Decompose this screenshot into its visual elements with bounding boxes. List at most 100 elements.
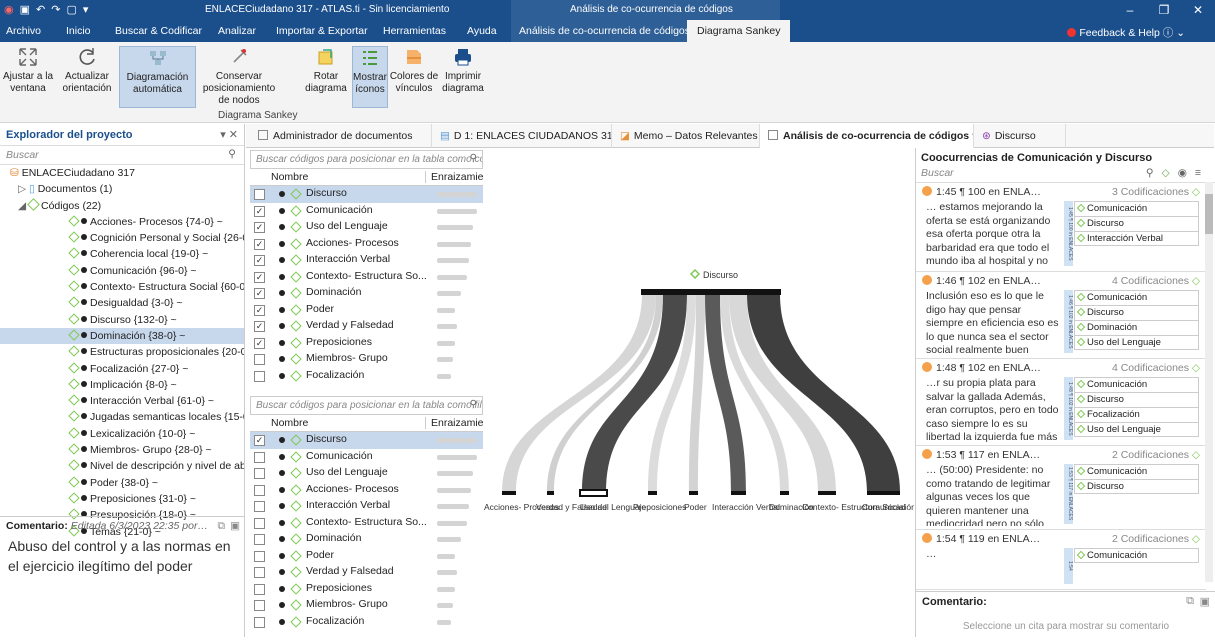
code-table-row[interactable]: Contexto- Estructura So...	[250, 515, 483, 532]
row-checkbox[interactable]: ✓	[254, 255, 265, 266]
quote-reference[interactable]: 1:48 ¶ 102 en ENLA…	[936, 362, 1041, 374]
row-checkbox[interactable]	[254, 370, 265, 382]
menu-buscar-codificar[interactable]: Buscar & Codificar	[115, 25, 202, 37]
edit-comment-icon[interactable]: ⧉	[1186, 595, 1194, 608]
quote-code-tag[interactable]: Interacción Verbal	[1074, 231, 1199, 246]
code-table-row[interactable]: Discurso	[250, 186, 483, 203]
code-list-item[interactable]: Focalización {27-0} ~	[0, 361, 244, 377]
sankey-source-node[interactable]	[641, 289, 781, 295]
quote-code-tag[interactable]: Dominación	[1074, 320, 1199, 335]
code-table-row[interactable]: ✓ Interacción Verbal	[250, 252, 483, 269]
code-filter-icon[interactable]: ◇	[1162, 167, 1178, 179]
code-table-row[interactable]: ✓ Poder	[250, 302, 483, 319]
quotes-scrollbar[interactable]	[1205, 182, 1213, 582]
menu-analizar[interactable]: Analizar	[218, 25, 256, 37]
save-comment-icon[interactable]: ▣	[1200, 595, 1210, 608]
quote-code-tag[interactable]: Focalización	[1074, 407, 1199, 422]
search-icon[interactable]: ⚲	[470, 399, 477, 410]
refresh-orientation-button[interactable]: Actualizar orientación	[58, 46, 116, 108]
row-checkbox[interactable]	[254, 468, 265, 479]
code-table-row[interactable]: ✓ Comunicación	[250, 203, 483, 220]
explorer-comment-text[interactable]: Abuso del control y a las normas en el e…	[8, 536, 238, 576]
code-table-row[interactable]: Poder	[250, 548, 483, 565]
code-table-row[interactable]: Focalización	[250, 614, 483, 631]
sankey-node-preposiciones[interactable]	[648, 491, 657, 495]
code-table-row[interactable]: ✓ Acciones- Procesos	[250, 236, 483, 253]
row-checkbox[interactable]	[254, 550, 265, 562]
quotes-search-input[interactable]: Buscar ⚲◇◉≡	[916, 165, 1215, 183]
tree-codes[interactable]: ◢ Códigos (22)	[0, 197, 244, 214]
quote-code-tag[interactable]: Comunicación	[1074, 464, 1199, 479]
code-table-row[interactable]: Verdad y Falsedad	[250, 564, 483, 581]
quote-reference[interactable]: 1:53 ¶ 117 en ENLA…	[936, 449, 1040, 461]
row-checkbox[interactable]: ✓	[254, 435, 265, 446]
maximize-icon[interactable]: ❐	[1147, 0, 1181, 20]
tree-documents[interactable]: ▷ ▯ Documentos (1)	[0, 181, 244, 197]
row-checkbox[interactable]	[254, 600, 265, 611]
sankey-node-verdad[interactable]	[547, 491, 554, 495]
quote-code-tag[interactable]: Uso del Lenguaje	[1074, 335, 1199, 350]
row-checkbox[interactable]	[254, 583, 265, 595]
menu-archivo[interactable]: Archivo	[6, 25, 41, 37]
quote-card[interactable]: 1:45 ¶ 100 en ENLA… 3 Codificaciones ◇ … e…	[916, 183, 1206, 272]
root-column-header[interactable]: Enraizamie	[425, 417, 484, 429]
tab-discurso[interactable]: ⊛ Discurso	[974, 124, 1066, 148]
quote-code-tag[interactable]: Discurso	[1074, 479, 1199, 494]
code-list-item[interactable]: Estructuras proposicionales {20-0	[0, 344, 244, 360]
rotate-diagram-button[interactable]: Rotar diagrama	[303, 46, 349, 108]
quote-card[interactable]: 1:46 ¶ 102 en ENLA… 4 Codificaciones ◇ Inc…	[916, 272, 1206, 359]
customize-icon[interactable]: ▾	[83, 3, 89, 16]
save-icon[interactable]: ▣	[20, 3, 30, 16]
quote-reference[interactable]: 1:45 ¶ 100 en ENLA…	[936, 186, 1041, 198]
auto-layout-button[interactable]: Diagramación automática	[119, 46, 196, 108]
feedback-help[interactable]: Feedback & Help ⓘ ⌄	[1067, 25, 1185, 40]
name-column-header[interactable]: Nombre	[271, 171, 308, 183]
row-checkbox[interactable]: ✓	[254, 321, 265, 332]
row-checkbox[interactable]: ✓	[254, 222, 265, 233]
quote-code-tag[interactable]: Uso del Lenguaje	[1074, 422, 1199, 437]
row-search-input[interactable]: Buscar códigos para posicionar en la tab…	[250, 396, 483, 415]
code-list-item[interactable]: Implicación {8-0} ~	[0, 377, 244, 393]
code-table-row[interactable]: Preposiciones	[250, 581, 483, 598]
fit-window-button[interactable]: Ajustar a la ventana	[2, 46, 54, 108]
code-list-item[interactable]: Contexto- Estructura Social {60-0	[0, 279, 244, 295]
row-checkbox[interactable]	[254, 501, 265, 512]
code-list-item[interactable]: Preposiciones {31-0} ~	[0, 491, 244, 507]
menu-icon[interactable]: ≡	[1195, 167, 1209, 179]
undo-icon[interactable]: ↶	[36, 3, 45, 16]
menu-inicio[interactable]: Inicio	[66, 25, 91, 37]
quote-card[interactable]: 1:53 ¶ 117 en ENLA… 2 Codificaciones ◇ … (…	[916, 446, 1206, 530]
code-list-item[interactable]: Dominación {38-0} ~	[0, 327, 244, 345]
print-diagram-button[interactable]: Imprimir diagrama	[442, 46, 484, 108]
row-checkbox[interactable]	[254, 567, 265, 578]
row-checkbox[interactable]	[254, 189, 265, 200]
quote-card[interactable]: 1:54 ¶ 119 en ENLA… 2 Codificaciones ◇ … 1:…	[916, 530, 1206, 590]
quote-code-tag[interactable]: Discurso	[1074, 305, 1199, 320]
sankey-diagram[interactable]: Discurso Acciones- Procesos Verdad y Fal…	[484, 148, 916, 637]
row-checkbox[interactable]: ✓	[254, 205, 265, 217]
code-list-item[interactable]: Jugadas semanticas locales {15-0	[0, 409, 244, 425]
sankey-node-comunicacion[interactable]	[867, 491, 900, 495]
column-search-input[interactable]: Buscar códigos para posicionar en la tab…	[250, 150, 483, 169]
code-table-row[interactable]: ✓ Uso del Lenguaje	[250, 219, 483, 236]
menu-coocurrencia[interactable]: Análisis de co-ocurrencia de códigos	[519, 25, 690, 37]
row-checkbox[interactable]	[254, 484, 265, 496]
link-colors-button[interactable]: Colores de vínculos	[388, 46, 440, 108]
code-table-row[interactable]: Focalización	[250, 368, 483, 385]
scrollbar-thumb[interactable]	[1205, 194, 1213, 234]
tree-project[interactable]: ⛁ ENLACECiudadano 317	[0, 165, 244, 181]
code-table-row[interactable]: Dominación	[250, 531, 483, 548]
explorer-search[interactable]: Buscar ⚲	[0, 146, 244, 165]
code-table-row[interactable]: Acciones- Procesos	[250, 482, 483, 499]
code-list-item[interactable]: Miembros- Grupo {28-0} ~	[0, 442, 244, 458]
row-checkbox[interactable]	[254, 517, 265, 529]
menu-importar-exportar[interactable]: Importar & Exportar	[276, 25, 368, 37]
code-table-row[interactable]: ✓ Preposiciones	[250, 335, 483, 352]
code-table-row[interactable]: Uso del Lenguaje	[250, 465, 483, 482]
sankey-node-uso-lenguaje[interactable]	[579, 489, 608, 497]
row-checkbox[interactable]: ✓	[254, 288, 265, 299]
sankey-node-poder[interactable]	[689, 491, 698, 495]
save-comment-icon[interactable]: ▣	[230, 520, 240, 532]
menu-diagrama-sankey[interactable]: Diagrama Sankey	[687, 20, 791, 42]
tab-memo[interactable]: ◪ Memo – Datos Relevantes	[612, 124, 760, 148]
